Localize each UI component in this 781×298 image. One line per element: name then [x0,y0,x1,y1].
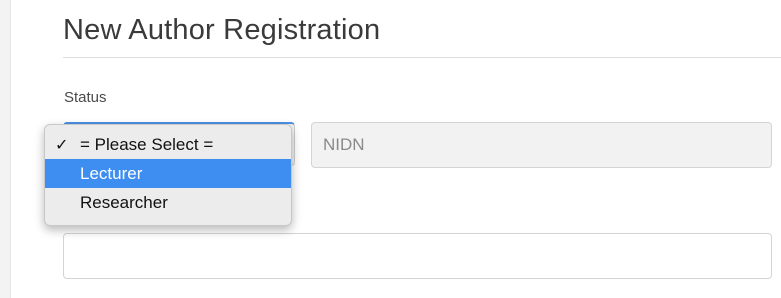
checkmark-icon: ✓ [55,135,69,154]
option-label: Lecturer [80,164,143,183]
nidn-input[interactable] [311,122,772,168]
dropdown-option-please-select[interactable]: ✓ = Please Select = [45,130,291,159]
status-dropdown-menu: ✓ = Please Select = Lecturer Researcher [44,124,292,226]
status-label: Status [64,89,107,106]
second-text-input[interactable] [63,233,772,279]
option-label: = Please Select = [80,135,214,154]
dropdown-option-researcher[interactable]: Researcher [45,188,291,217]
title-divider [63,57,781,58]
option-label: Researcher [80,193,168,212]
page-title: New Author Registration [63,14,381,46]
dropdown-option-lecturer[interactable]: Lecturer [45,159,291,188]
